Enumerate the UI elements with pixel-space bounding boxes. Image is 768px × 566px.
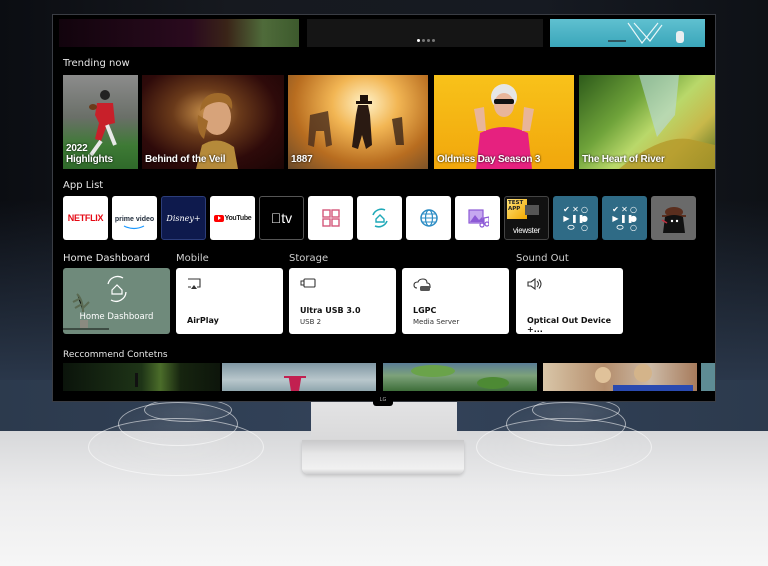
carousel-dot[interactable] — [432, 39, 435, 42]
controller-icon: ✔ ✕ ○ ▶ ❚❚ ● ⬭ ○ — [612, 204, 637, 232]
trending-item-label: The Heart of River — [582, 154, 665, 165]
children-group-image — [595, 364, 693, 391]
netflix-logo: NETFLIX — [67, 213, 104, 223]
cloud-server-icon — [413, 278, 431, 291]
speaker-icon — [527, 278, 542, 290]
storage-section-title: Storage — [289, 253, 329, 264]
amazon-smile-icon — [124, 225, 145, 230]
app-netflix[interactable]: NETFLIX — [63, 196, 108, 240]
test-app-badge: TEST APP — [507, 199, 527, 219]
app-web-browser[interactable] — [406, 196, 451, 240]
app-game-controller-2[interactable]: ✔ ✕ ○ ▶ ❚❚ ● ⬭ ○ — [602, 196, 647, 240]
trending-item[interactable]: Behind of the Veil — [142, 75, 284, 169]
usb-title: Ultra USB 3.0 — [300, 306, 361, 315]
apple-tv-logo: tv — [271, 210, 292, 226]
app-list-title: App List — [63, 180, 104, 191]
app-viewster[interactable]: TEST APP viewster — [504, 196, 549, 240]
badge-shadow — [525, 205, 539, 215]
trending-item-label: 2022 Highlights — [66, 143, 113, 165]
optical-out-card[interactable]: Optical Out Device +... — [516, 268, 623, 334]
carousel-indicator — [417, 39, 435, 42]
home-dashboard-illustration — [63, 275, 127, 330]
waterfall-image — [284, 376, 306, 391]
youtube-play-icon — [213, 214, 224, 222]
banner-slide-previous[interactable] — [59, 19, 299, 47]
app-media-player[interactable] — [455, 196, 500, 240]
app-prime-video[interactable]: prime video — [112, 196, 157, 240]
globe-icon — [419, 209, 438, 227]
monitor-screen: Trending now 2022 Highlights Behind of t… — [52, 14, 716, 402]
banner-slide-next[interactable] — [550, 19, 705, 47]
trending-item[interactable]: The Heart of River — [579, 75, 715, 169]
controller-icon: ✔ ✕ ○ ▶ ❚❚ ● ⬭ ○ — [563, 204, 588, 232]
home-circle-icon — [371, 208, 388, 228]
trending-now-title: Trending now — [63, 58, 130, 69]
app-spy-game[interactable] — [651, 196, 696, 240]
app-home-hub[interactable] — [357, 196, 402, 240]
recommend-contents-title: Reccommend Contetns — [63, 350, 168, 360]
trending-item[interactable]: 2022 Highlights — [63, 75, 138, 169]
forest-path-image — [135, 373, 138, 387]
app-youtube[interactable]: YouTube — [210, 196, 255, 240]
usb-subtitle: USB 2 — [300, 318, 322, 326]
app-apple-tv[interactable]: tv — [259, 196, 304, 240]
lgpc-subtitle: Media Server — [413, 318, 460, 326]
app-all-apps[interactable] — [308, 196, 353, 240]
app-disney-plus[interactable]: Disney+ — [161, 196, 206, 240]
trending-item-label: Behind of the Veil — [145, 154, 226, 165]
prime-video-logo: prime video — [115, 206, 154, 230]
lgpc-media-server-card[interactable]: LGPC Media Server — [402, 268, 509, 334]
carousel-dot[interactable] — [427, 39, 430, 42]
optical-out-title: Optical Out Device +... — [527, 316, 612, 334]
usb-drive-icon — [300, 278, 316, 288]
airplay-icon — [188, 278, 201, 289]
banner-slide-current[interactable] — [307, 19, 543, 47]
airplay-card[interactable]: AirPlay — [176, 268, 283, 334]
grid-icon — [321, 209, 340, 227]
sound-out-section-title: Sound Out — [516, 253, 569, 264]
trending-item[interactable]: Oldmiss Day Season 3 — [434, 75, 574, 169]
recommend-item[interactable] — [701, 363, 715, 391]
spy-character-icon — [661, 207, 686, 233]
home-dashboard-title: Home Dashboard — [63, 253, 150, 264]
youtube-logo: YouTube — [213, 214, 252, 222]
recommend-item[interactable] — [222, 363, 376, 391]
mobile-section-title: Mobile — [176, 253, 209, 264]
home-dashboard-card[interactable]: Home Dashboard — [63, 268, 170, 334]
floating-island-image — [411, 365, 509, 389]
photo-music-icon — [467, 209, 489, 228]
tv-home-screen: Trending now 2022 Highlights Behind of t… — [53, 15, 715, 401]
airplay-title: AirPlay — [187, 316, 219, 325]
recommend-item[interactable] — [383, 363, 537, 391]
usb-storage-card[interactable]: Ultra USB 3.0 USB 2 — [289, 268, 396, 334]
trending-item-label: Oldmiss Day Season 3 — [437, 154, 541, 165]
carousel-dot[interactable] — [422, 39, 425, 42]
disney-plus-logo: Disney+ — [166, 213, 201, 223]
lgpc-title: LGPC — [413, 306, 437, 315]
trending-item-label: 1887 — [291, 154, 313, 165]
chair-illustration — [608, 22, 684, 45]
monitor-stand-base — [302, 440, 464, 474]
carousel-dot[interactable] — [417, 39, 420, 42]
recommend-item[interactable] — [63, 363, 220, 391]
lg-logo-badge: LG — [373, 396, 393, 406]
home-dashboard-label: Home Dashboard — [79, 312, 154, 322]
app-game-controller-1[interactable]: ✔ ✕ ○ ▶ ❚❚ ● ⬭ ○ — [553, 196, 598, 240]
viewster-logo: viewster — [513, 226, 540, 235]
recommend-item[interactable] — [543, 363, 697, 391]
trending-item[interactable]: 1887 — [288, 75, 428, 169]
